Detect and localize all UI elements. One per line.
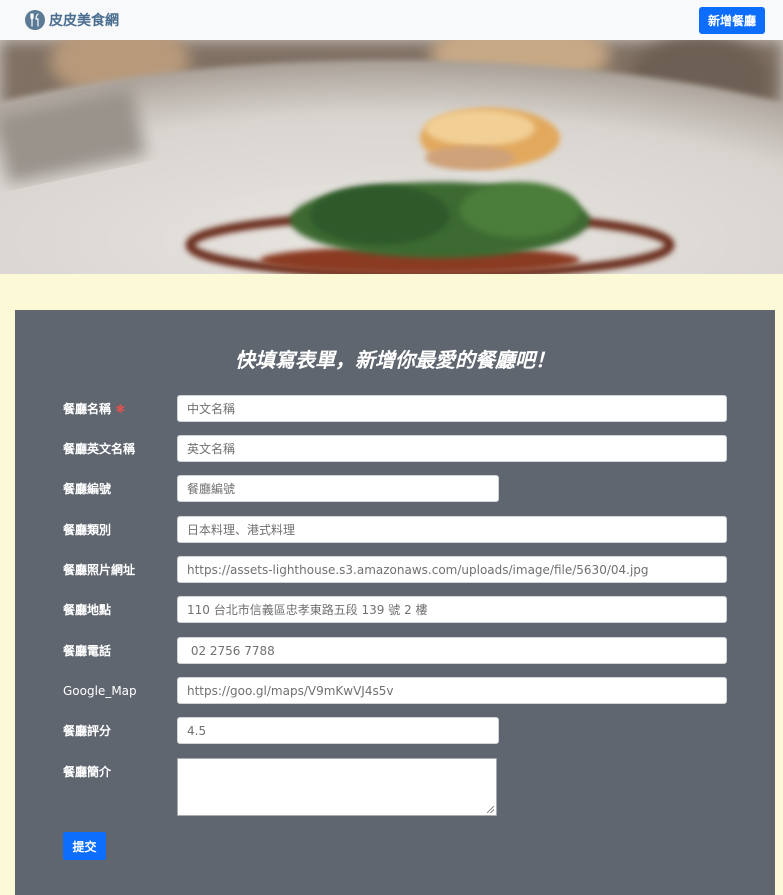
field-label-text: 餐廳名稱: [63, 402, 112, 416]
field-label-image-url: 餐廳照片網址: [63, 563, 136, 577]
id-input[interactable]: 餐廳編號: [177, 475, 499, 502]
add-restaurant-button[interactable]: 新增餐廳: [698, 6, 765, 34]
name-en-input[interactable]: 英文名稱: [177, 435, 727, 462]
google-map-input[interactable]: https://goo.gl/maps/V9mKwVJ4s5v: [177, 677, 727, 704]
brand-name: 皮皮美食網: [49, 13, 119, 29]
brand-link[interactable]: 皮皮美食網: [25, 10, 119, 30]
image-url-input[interactable]: https://assets-lighthouse.s3.amazonaws.c…: [177, 556, 727, 583]
field-label-name-en: 餐廳英文名稱: [63, 442, 136, 456]
field-label-rating: 餐廳評分: [63, 724, 112, 738]
add-restaurant-form: 快填寫表單，新增你最愛的餐廳吧！ 餐廳名稱 ✱ 中文名稱 餐廳英文名稱 英文名稱…: [15, 310, 775, 895]
fork-knife-icon: [25, 10, 45, 30]
field-label-name: 餐廳名稱 ✱: [63, 401, 125, 417]
field-label-location: 餐廳地點: [63, 603, 112, 617]
description-textarea[interactable]: [177, 758, 497, 816]
form-title: 快填寫表單，新增你最愛的餐廳吧！: [235, 348, 555, 372]
field-label-id: 餐廳編號: [63, 482, 112, 496]
category-input[interactable]: 日本料理、港式料理: [177, 516, 727, 543]
rating-input[interactable]: 4.5: [177, 717, 499, 744]
submit-button[interactable]: 提交: [63, 832, 106, 860]
hero-food-image: [0, 40, 783, 274]
navbar: 皮皮美食網 新增餐廳: [0, 0, 783, 40]
resize-grip-icon[interactable]: [487, 806, 494, 813]
phone-input[interactable]: 02 2756 7788: [177, 637, 727, 664]
required-asterisk-icon: ✱: [115, 402, 126, 416]
field-label-description: 餐廳簡介: [63, 765, 112, 779]
field-label-google-map: Google_Map: [63, 684, 137, 698]
field-label-category: 餐廳類別: [63, 523, 112, 537]
field-label-phone: 餐廳電話: [63, 644, 112, 658]
name-input[interactable]: 中文名稱: [177, 395, 727, 422]
location-input[interactable]: 110 台北市信義區忠孝東路五段 139 號 2 樓: [177, 596, 727, 623]
